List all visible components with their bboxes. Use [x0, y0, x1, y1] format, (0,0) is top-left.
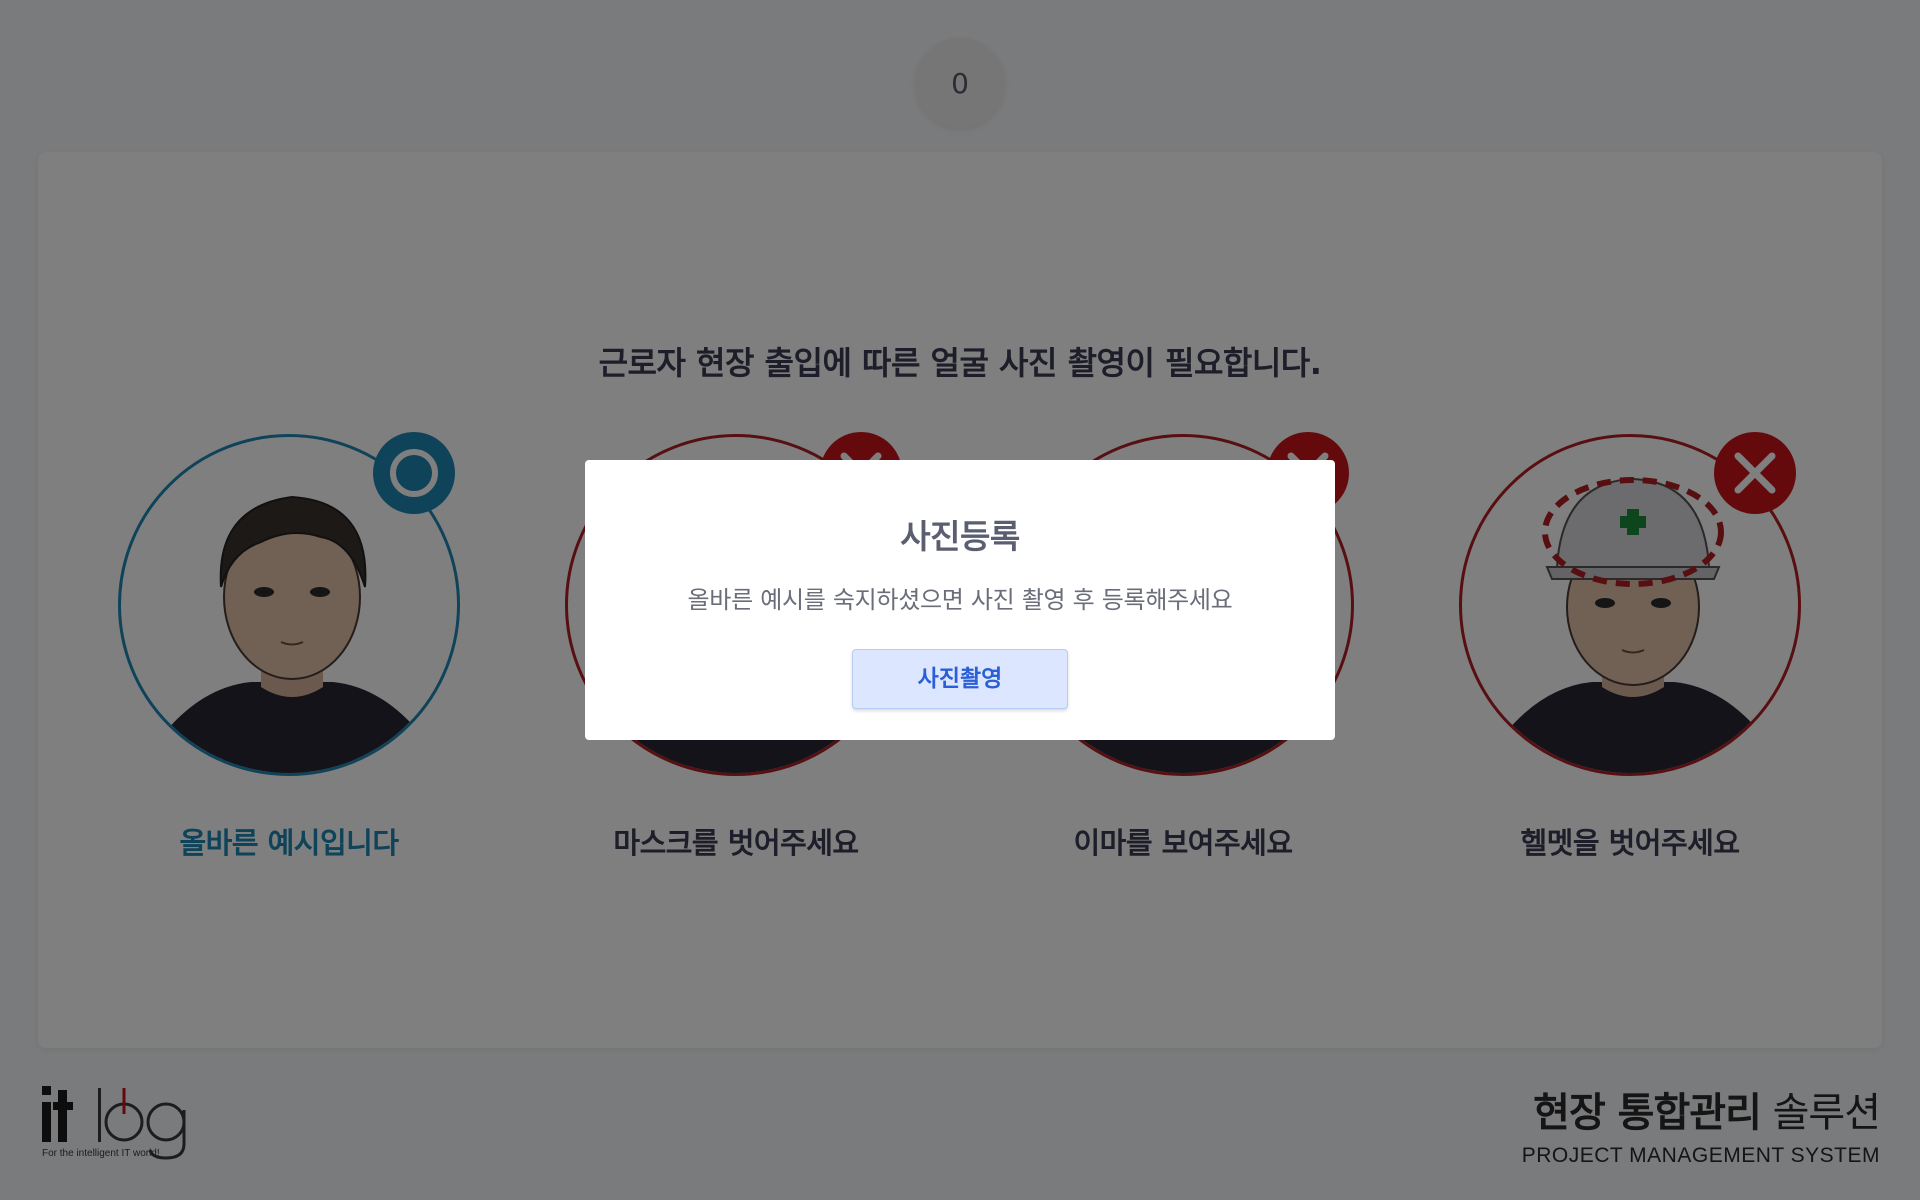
take-photo-button[interactable]: 사진촬영	[852, 649, 1068, 709]
photo-register-modal: 사진등록 올바른 예시를 숙지하셨으면 사진 촬영 후 등록해주세요 사진촬영	[585, 460, 1335, 740]
modal-title: 사진등록	[900, 517, 1020, 556]
modal-message: 올바른 예시를 숙지하셨으면 사진 촬영 후 등록해주세요	[687, 586, 1233, 614]
